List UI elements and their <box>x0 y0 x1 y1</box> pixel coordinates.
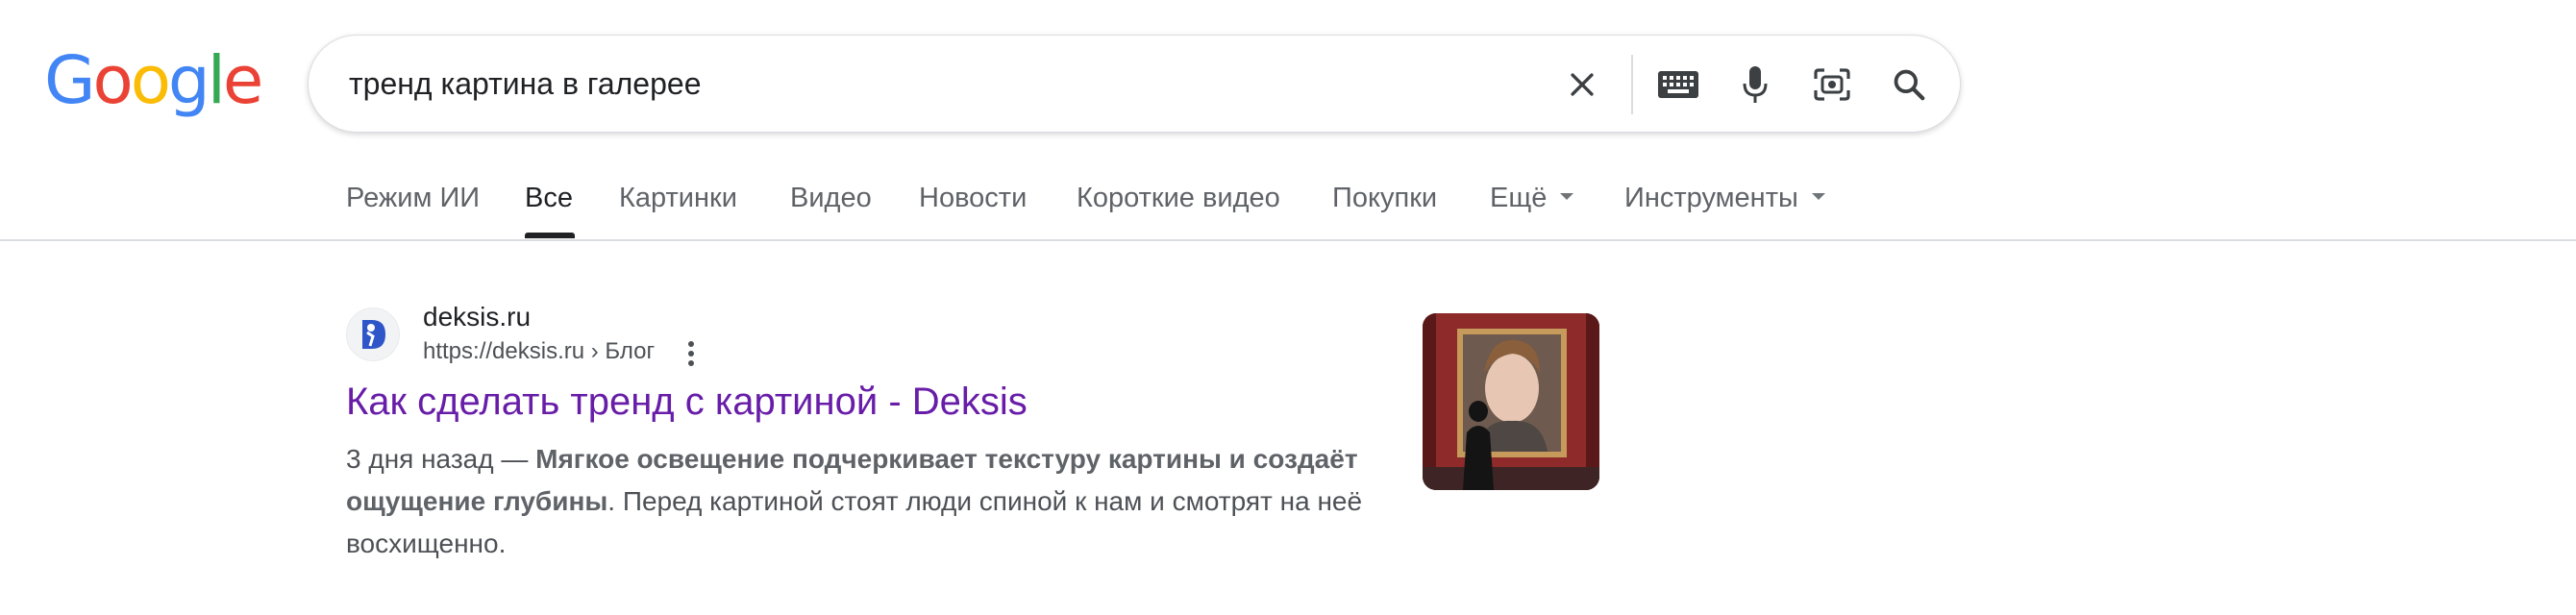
site-url[interactable]: https://deksis.ru › Блог <box>423 338 655 365</box>
logo-letter: o <box>130 42 171 119</box>
result-options-button[interactable] <box>677 338 706 369</box>
site-favicon[interactable] <box>346 308 400 361</box>
result-thumbnail[interactable] <box>1423 313 1599 490</box>
deksis-logo-icon <box>362 320 385 349</box>
result-title-link[interactable]: Как сделать тренд с картиной - Deksis <box>346 381 1028 424</box>
logo-letter: l <box>207 42 226 119</box>
clear-button[interactable] <box>1558 61 1606 109</box>
microphone-icon <box>1743 66 1768 103</box>
search-box <box>308 35 1961 133</box>
tab-all[interactable]: Все <box>525 183 573 214</box>
result-snippet: 3 дня назад — Мягкое освещение подчеркив… <box>346 438 1394 565</box>
tab-short-videos[interactable]: Короткие видео <box>1077 183 1280 214</box>
result-date: 3 дня назад — <box>346 444 536 474</box>
tabs-divider <box>0 239 2576 241</box>
google-logo[interactable]: G o o g l e <box>44 42 263 119</box>
tab-ai-mode[interactable]: Режим ИИ <box>346 183 480 214</box>
logo-letter: o <box>92 42 133 119</box>
active-tab-indicator <box>525 233 575 238</box>
logo-letter: g <box>167 42 211 119</box>
tools-label: Инструменты <box>1624 183 1798 213</box>
search-divider <box>1631 55 1633 114</box>
camera-lens-icon <box>1814 68 1850 101</box>
chevron-down-icon <box>1560 192 1574 200</box>
tab-more-label: Ещё <box>1490 183 1548 213</box>
tab-more[interactable]: Ещё <box>1490 183 1574 214</box>
lens-search-button[interactable] <box>1808 61 1856 109</box>
tab-videos[interactable]: Видео <box>790 183 872 214</box>
site-name[interactable]: deksis.ru <box>423 302 531 332</box>
voice-search-button[interactable] <box>1731 61 1779 109</box>
tab-news[interactable]: Новости <box>919 183 1027 214</box>
logo-letter: e <box>222 42 263 119</box>
keyboard-button[interactable] <box>1654 61 1702 109</box>
tab-images[interactable]: Картинки <box>619 183 737 214</box>
tools-button[interactable]: Инструменты <box>1624 183 1825 214</box>
more-vert-icon <box>688 341 694 366</box>
keyboard-icon <box>1658 71 1698 98</box>
search-input[interactable] <box>349 55 1464 112</box>
chevron-down-icon <box>1811 192 1825 200</box>
logo-letter: G <box>44 42 95 119</box>
close-icon <box>1571 73 1594 96</box>
gallery-painting-image <box>1423 313 1599 490</box>
search-button[interactable] <box>1885 61 1933 109</box>
search-icon <box>1894 69 1925 101</box>
tab-shopping[interactable]: Покупки <box>1332 183 1437 214</box>
